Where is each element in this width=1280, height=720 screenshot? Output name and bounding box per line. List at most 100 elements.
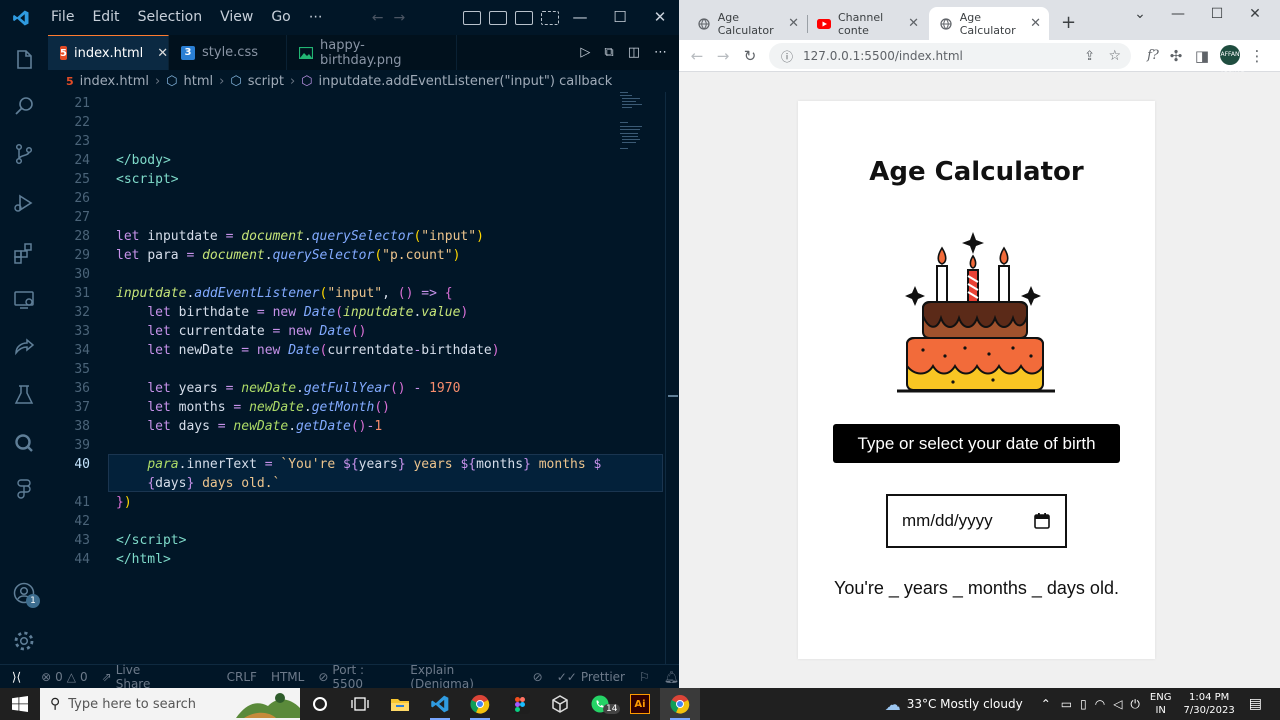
problems-indicator[interactable]: ⊗ 0 △ 0	[41, 670, 88, 684]
task-view-icon[interactable]	[340, 688, 380, 720]
customize-layout-icon[interactable]	[541, 10, 559, 25]
toggle-secondary-sidebar-icon[interactable]	[515, 10, 533, 25]
illustrator-icon[interactable]: Ai	[620, 688, 660, 720]
file-explorer-icon[interactable]	[380, 688, 420, 720]
menu-view[interactable]: View	[211, 0, 262, 35]
new-tab-icon[interactable]: +	[1061, 12, 1076, 33]
broadcast-off-icon[interactable]: ⊘	[533, 670, 543, 684]
tab-style-css[interactable]: 3 style.css	[169, 35, 287, 70]
notifications-icon[interactable]: ▤	[1249, 696, 1262, 712]
whatsapp-icon[interactable]: 14	[580, 688, 621, 720]
menu-more[interactable]: ⋯	[300, 0, 332, 35]
close-window-icon[interactable]: ✕	[1236, 0, 1274, 30]
notifications-bell-icon[interactable]: 🔔︎	[664, 670, 679, 684]
live-server-port[interactable]: ⊘ Port : 5500	[318, 663, 396, 691]
gitlens-icon[interactable]	[12, 431, 36, 455]
menu-selection[interactable]: Selection	[129, 0, 212, 35]
explorer-icon[interactable]	[12, 48, 36, 72]
forward-arrow-icon[interactable]: →	[713, 46, 733, 66]
date-of-birth-input[interactable]: mm/dd/yyyy	[886, 494, 1067, 548]
taskbar-search-box[interactable]: ⚲ Type here to search	[40, 688, 300, 720]
editor-scrollbar[interactable]	[665, 92, 679, 664]
menu-edit[interactable]: Edit	[83, 0, 128, 35]
calendar-icon[interactable]	[1033, 512, 1051, 530]
breadcrumb-item-callback[interactable]: inputdate.addEventListener("input") call…	[319, 74, 613, 89]
toggle-panel-icon[interactable]	[489, 10, 507, 25]
clock[interactable]: 1:04 PM 7/30/2023	[1183, 691, 1234, 717]
power-plug-icon[interactable]: ⏻	[1130, 697, 1140, 712]
chrome-taskbar-icon-active[interactable]	[660, 688, 700, 720]
eol-status[interactable]: CRLF	[227, 670, 257, 684]
figma-taskbar-icon[interactable]	[500, 688, 540, 720]
close-tab-icon[interactable]: ✕	[1030, 16, 1041, 31]
open-changes-icon[interactable]: ⧉	[604, 45, 613, 60]
back-arrow-icon[interactable]: ←	[372, 10, 394, 26]
minimize-icon[interactable]: —	[560, 0, 600, 35]
forward-arrow-icon[interactable]: →	[393, 10, 415, 26]
language-status[interactable]: HTML	[271, 670, 304, 684]
speaker-icon[interactable]: ◁	[1113, 697, 1122, 711]
code-editor[interactable]: 21 22 23 24 </body> 25 <script> 26 27 28 le…	[48, 94, 665, 664]
menu-go[interactable]: Go	[262, 0, 299, 35]
battery-icon[interactable]: ▯	[1080, 697, 1087, 711]
accounts-icon[interactable]: 1	[12, 581, 40, 608]
show-hidden-icons-chevron-icon[interactable]: ⌃	[1041, 697, 1051, 711]
toggle-sidebar-icon[interactable]	[463, 10, 481, 25]
breadcrumb-item-script[interactable]: script	[248, 74, 284, 89]
tab-search-chevron-icon[interactable]: ⌄	[1121, 0, 1159, 30]
settings-gear-icon[interactable]	[12, 629, 36, 653]
explain-denigma[interactable]: Explain (Denigma)	[410, 663, 518, 691]
input-language[interactable]: ENG IN	[1150, 691, 1172, 717]
figma-icon[interactable]	[12, 477, 36, 501]
vscode-taskbar-icon[interactable]	[420, 688, 460, 720]
search-icon[interactable]	[12, 94, 36, 118]
maximize-icon[interactable]: ☐	[600, 0, 640, 35]
live-share-icon[interactable]	[12, 335, 36, 359]
profile-avatar[interactable]: AFFAN ARSHAD	[1220, 45, 1245, 78]
remote-indicator-icon[interactable]: ⟩⟨	[0, 665, 33, 689]
breadcrumb-item-html[interactable]: html	[184, 74, 214, 89]
close-tab-icon[interactable]: ✕	[908, 16, 919, 31]
more-actions-icon[interactable]: ⋯	[654, 45, 667, 60]
back-arrow-icon[interactable]: ←	[687, 46, 707, 66]
menu-file[interactable]: File	[42, 0, 83, 35]
close-window-icon[interactable]: ✕	[640, 0, 680, 35]
bookmark-star-icon[interactable]: ☆	[1108, 48, 1121, 64]
extensions-icon[interactable]	[12, 241, 36, 265]
formula-extension-icon[interactable]: f?	[1141, 46, 1165, 66]
close-tab-icon[interactable]: ✕	[157, 46, 168, 61]
chrome-menu-icon[interactable]: ⋮	[1247, 46, 1267, 66]
remote-explorer-icon[interactable]	[12, 288, 36, 312]
onedrive-icon[interactable]: ▭	[1061, 697, 1072, 711]
tab-index-html[interactable]: 5 index.html ✕	[48, 35, 169, 70]
nav-arrows[interactable]: ←→	[372, 10, 415, 26]
cortana-icon[interactable]	[300, 688, 340, 720]
wifi-icon[interactable]: ◠	[1095, 697, 1105, 711]
extensions-puzzle-icon[interactable]: ✣	[1166, 46, 1186, 66]
split-editor-icon[interactable]: ◫	[628, 45, 640, 60]
weather-text[interactable]: 33°C Mostly cloudy	[907, 697, 1023, 711]
windows-start-icon[interactable]	[0, 688, 40, 720]
breadcrumb-item-file[interactable]: index.html	[80, 74, 149, 89]
run-icon[interactable]: ▷	[580, 45, 590, 60]
side-panel-icon[interactable]: ◨	[1192, 46, 1212, 66]
browser-tab[interactable]: Age Calculator ✕	[687, 7, 808, 40]
feedback-icon[interactable]: ⚐	[639, 670, 650, 684]
minimize-icon[interactable]: —	[1159, 0, 1197, 30]
tab-happy-birthday-png[interactable]: happy-birthday.png	[287, 35, 457, 70]
site-info-icon[interactable]: ⓘ	[781, 48, 793, 65]
prettier-status[interactable]: ✓✓ Prettier	[557, 670, 625, 684]
live-share-status[interactable]: ⇗ Live Share	[102, 663, 177, 691]
maximize-icon[interactable]: ☐	[1198, 0, 1236, 30]
testing-icon[interactable]	[12, 383, 36, 407]
run-debug-icon[interactable]	[12, 191, 36, 215]
chrome-taskbar-icon[interactable]	[460, 688, 500, 720]
address-bar[interactable]: ⓘ 127.0.0.1:5500/index.html ⇪ ☆	[769, 43, 1131, 69]
minimap[interactable]	[618, 92, 663, 162]
browser-tab[interactable]: Channel conte ✕	[807, 7, 927, 40]
reload-icon[interactable]: ↻	[740, 46, 760, 66]
app-cube-icon[interactable]	[540, 688, 580, 720]
source-control-icon[interactable]	[12, 142, 36, 166]
close-tab-icon[interactable]: ✕	[788, 16, 799, 31]
share-icon[interactable]: ⇪	[1084, 49, 1095, 64]
